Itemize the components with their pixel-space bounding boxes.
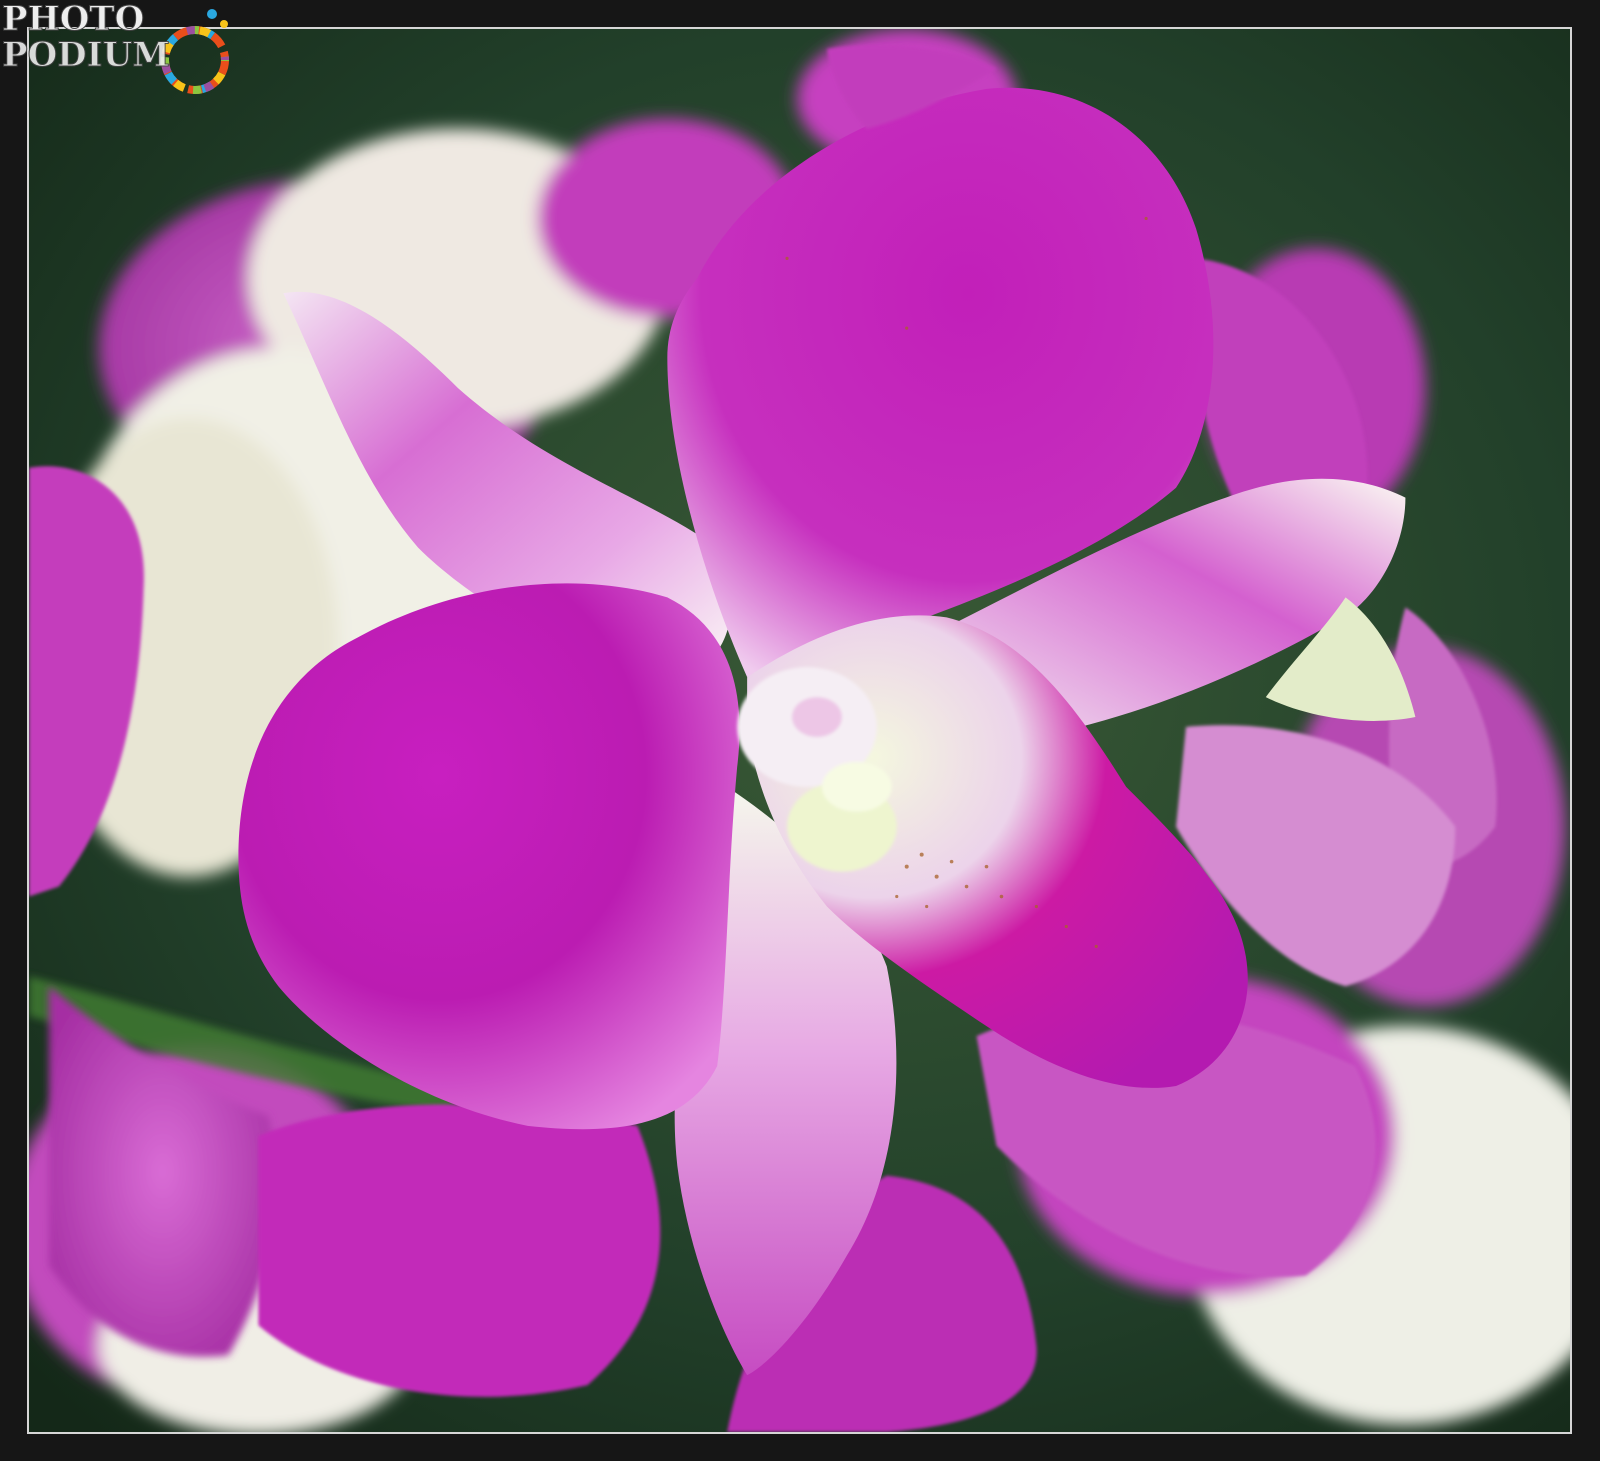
logo-line2: PODIUM — [2, 35, 170, 75]
photopodium-logo: PHOTO PODIUM — [0, 0, 240, 110]
orchid-photo — [29, 29, 1570, 1432]
rainbow-dots-ring-icon — [161, 9, 229, 94]
photo-viewport — [27, 27, 1572, 1434]
logo-line1: PHOTO — [2, 0, 144, 39]
photo-frame: PHOTO PODIUM — [0, 0, 1600, 1461]
